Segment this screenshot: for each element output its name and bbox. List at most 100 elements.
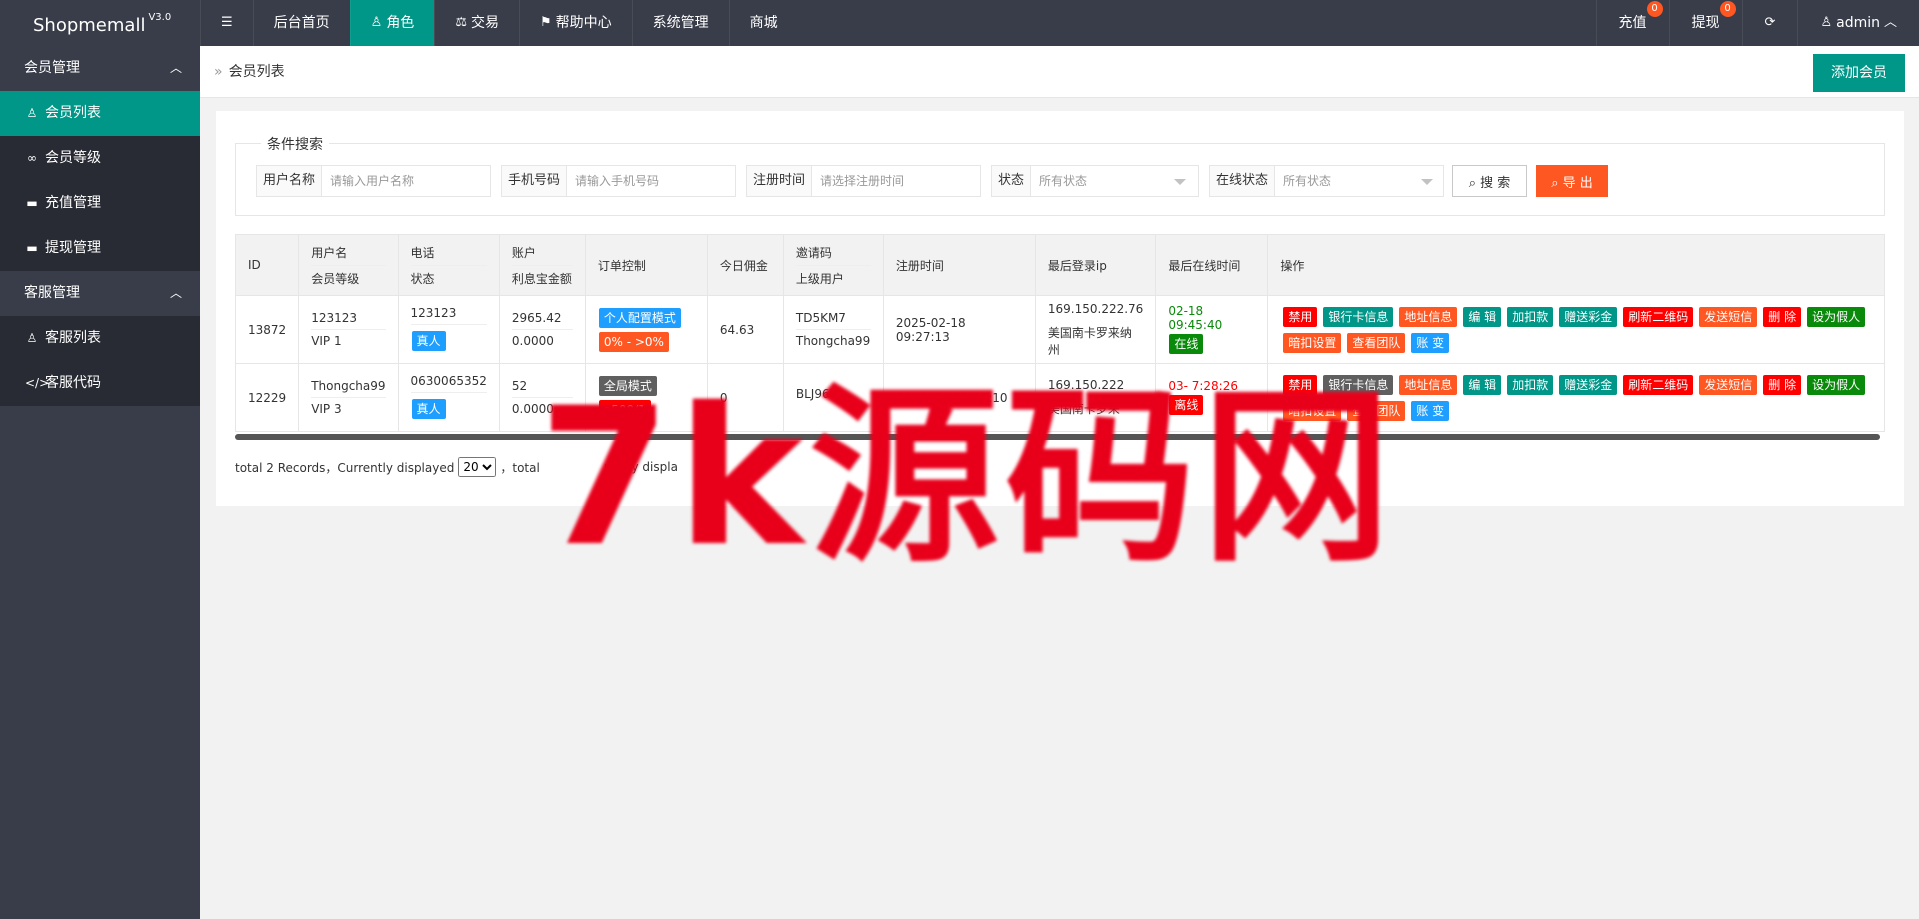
bonus-button[interactable]: 赠送彩金	[1559, 306, 1618, 327]
status-select-value: 所有状态	[1039, 174, 1088, 188]
username-input[interactable]	[322, 166, 490, 196]
adjust-balance-button[interactable]: 加扣款	[1507, 374, 1554, 395]
cell-order: 全局模式 a500/1	[584, 363, 708, 432]
delete-button[interactable]: 删 除	[1763, 306, 1802, 327]
menu-toggle-icon: ☰	[221, 15, 233, 30]
bonus-button[interactable]: 赠送彩金	[1559, 374, 1618, 395]
status-select[interactable]: 所有状态	[1031, 166, 1196, 196]
col-invite: 邀请码 上级用户	[782, 234, 884, 296]
cell-account: 2965.42 0.0000	[498, 295, 586, 364]
edit-button[interactable]: 编 辑	[1463, 306, 1502, 327]
cell-user: 123123 VIP 1	[298, 295, 399, 364]
account-change-button[interactable]: 账 变	[1411, 400, 1450, 421]
set-fake-button[interactable]: 设为假人	[1807, 374, 1866, 395]
nav-trade[interactable]: ⚖ 交易	[434, 0, 519, 46]
send-sms-button[interactable]: 发送短信	[1699, 374, 1758, 395]
export-button[interactable]: ⌕ 导 出	[1536, 165, 1608, 197]
address-button[interactable]: 地址信息	[1399, 306, 1458, 327]
top-nav-right: 充值 0 提现 0 ⟳ ♙ admin ︿	[1595, 0, 1919, 46]
order-mode-badge[interactable]: 个人配置模式	[598, 307, 681, 328]
page-size-select[interactable]: 20	[458, 457, 497, 477]
nav-role-label: 角色	[386, 15, 415, 31]
offline-badge: 离线	[1169, 394, 1204, 415]
sidebar-item-service-list[interactable]: ♙ 客服列表	[0, 316, 200, 361]
breadcrumb-bar: » 会员列表 添加会员	[200, 46, 1919, 98]
pager-total-text: total 2 Records，Currently displayed	[235, 460, 455, 475]
sidebar: 会员管理 ︿ ♙ 会员列表 ∞ 会员等级 ▬ 充值管理 ▬ 提现管理 客服管理 ︿ ♙ 客服列…	[0, 46, 200, 919]
cell-level: VIP 3	[311, 402, 342, 416]
online-select[interactable]: 所有状态	[1275, 166, 1443, 196]
menu-toggle-button[interactable]: ☰	[200, 0, 253, 46]
view-team-button[interactable]: 查看团队	[1347, 332, 1406, 353]
sidebar-submenu-service: ♙ 客服列表 </> 客服代码	[0, 316, 200, 406]
flag-icon: ⚑	[539, 15, 552, 30]
sidebar-item-service-code[interactable]: </> 客服代码	[0, 361, 200, 406]
order-mode-badge[interactable]: 全局模式	[598, 375, 657, 396]
edit-button[interactable]: 编 辑	[1463, 374, 1502, 395]
refresh-icon: ⟳	[1764, 15, 1776, 30]
user-menu[interactable]: ♙ admin ︿	[1797, 0, 1919, 46]
sidebar-group-service[interactable]: 客服管理 ︿	[0, 271, 200, 316]
nav-mall[interactable]: 商城	[728, 0, 798, 46]
sidebar-item-withdraw[interactable]: ▬ 提现管理	[0, 226, 200, 271]
username-field-group: 用户名称	[256, 165, 491, 197]
sidebar-item-recharge[interactable]: ▬ 充值管理	[0, 181, 200, 226]
cell-lastonline-time: 02-18 09:45:40	[1168, 303, 1223, 332]
nav-withdraw[interactable]: 提现 0	[1668, 0, 1742, 46]
search-button[interactable]: ⌕ 搜 索	[1452, 165, 1527, 197]
regtime-field-group: 注册时间	[746, 165, 981, 197]
col-user-l2: 会员等级	[311, 271, 360, 286]
refresh-button[interactable]: ⟳	[1741, 0, 1798, 46]
cell-ip-address: 169.150.222.76	[1047, 301, 1144, 316]
refresh-qrcode-button[interactable]: 刷新二维码	[1623, 306, 1694, 327]
hidden-deduct-button[interactable]: 暗扣设置	[1283, 400, 1342, 421]
cell-ops: 禁用 银行卡信息 地址信息编 辑加扣款 赠送彩金 刷新二维码 发送短信删 除设为假人 暗扣…	[1267, 295, 1885, 364]
status-badge: 真人	[411, 399, 446, 419]
table-horizontal-scrollbar[interactable]	[235, 434, 1880, 440]
cell-ip-location: 美国南卡罗来纳州	[1047, 325, 1132, 357]
disable-button[interactable]: 禁用	[1283, 374, 1318, 395]
col-invite-l2: 上级用户	[795, 271, 844, 286]
adjust-balance-button[interactable]: 加扣款	[1507, 306, 1554, 327]
address-button[interactable]: 地址信息	[1399, 374, 1458, 395]
app-name: Shopmemall	[33, 15, 146, 36]
sidebar-item-member-list[interactable]: ♙ 会员列表	[0, 91, 200, 136]
card-icon: ▬	[26, 196, 38, 210]
regtime-input[interactable]	[812, 166, 980, 196]
cell-regtime: 2024- 20 21:21:10	[882, 363, 1036, 432]
sidebar-group-members-label: 会员管理	[24, 60, 80, 76]
order-range-badge[interactable]: a500/1	[598, 399, 651, 420]
account-change-button[interactable]: 账 变	[1411, 332, 1450, 353]
view-team-button[interactable]: 查看团队	[1347, 400, 1406, 421]
bank-card-button[interactable]: 银行卡信息	[1323, 374, 1394, 395]
cell-lastonline: 03- 7:28:26 离线	[1155, 363, 1269, 432]
cell-username: 123123	[311, 311, 386, 330]
nav-home[interactable]: 后台首页	[252, 0, 350, 46]
order-range-badge[interactable]: 0% - >0%	[598, 331, 669, 352]
send-sms-button[interactable]: 发送短信	[1699, 306, 1758, 327]
refresh-qrcode-button[interactable]: 刷新二维码	[1623, 374, 1694, 395]
sidebar-group-members[interactable]: 会员管理 ︿	[0, 46, 200, 91]
sidebar-item-label: 充值管理	[45, 195, 101, 211]
sidebar-item-member-level[interactable]: ∞ 会员等级	[0, 136, 200, 181]
cell-invite-code: TD5KM7	[795, 311, 871, 330]
top-header: Shopmemall V3.0 ☰ 后台首页 ♙ 角色 ⚖ 交易 ⚑ 帮助中心 系统管理…	[0, 0, 1919, 46]
delete-button[interactable]: 删 除	[1763, 374, 1802, 395]
nav-system[interactable]: 系统管理	[631, 0, 729, 46]
search-button-label: 搜 索	[1480, 175, 1511, 191]
col-ops: 操作	[1267, 234, 1885, 296]
nav-role[interactable]: ♙ 角色	[349, 0, 435, 46]
bank-card-button[interactable]: 银行卡信息	[1323, 306, 1394, 327]
phone-input[interactable]	[567, 166, 735, 196]
app-logo[interactable]: Shopmemall V3.0	[0, 0, 200, 46]
disable-button[interactable]: 禁用	[1283, 306, 1318, 327]
hidden-deduct-button[interactable]: 暗扣设置	[1283, 332, 1342, 353]
set-fake-button[interactable]: 设为假人	[1807, 306, 1866, 327]
cell-phone-number: 123123	[410, 306, 487, 325]
nav-help[interactable]: ⚑ 帮助中心	[518, 0, 632, 46]
nav-recharge[interactable]: 充值 0	[1595, 0, 1669, 46]
nav-trade-label: 交易	[470, 15, 499, 31]
add-member-button[interactable]: 添加会员	[1813, 54, 1905, 92]
cell-ip: 169.150.222 美国南卡罗来	[1034, 363, 1157, 432]
export-button-label: 导 出	[1562, 175, 1593, 191]
